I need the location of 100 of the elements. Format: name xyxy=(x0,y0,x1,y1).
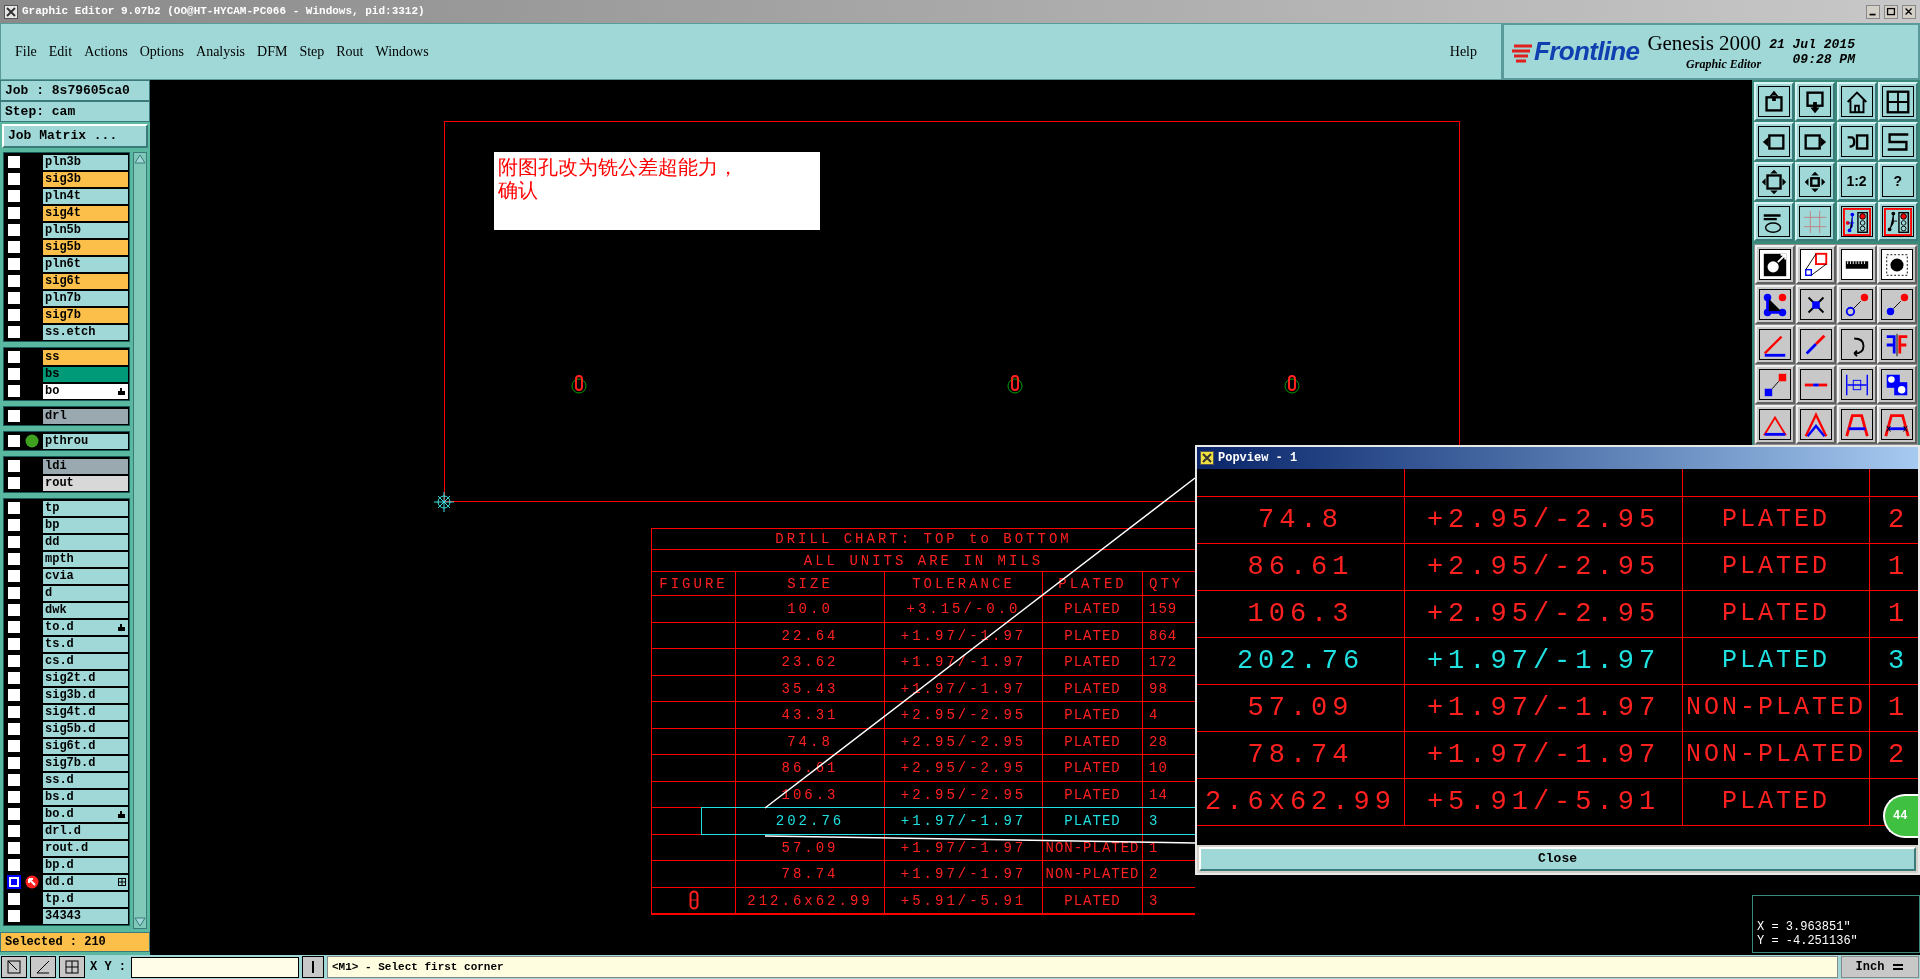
menu-item[interactable]: Rout xyxy=(330,41,370,62)
maximize-icon[interactable] xyxy=(1884,4,1898,19)
layer-checkbox[interactable] xyxy=(7,722,21,736)
layer-name[interactable]: sig2t.d xyxy=(43,670,128,686)
menu-item[interactable]: Edit xyxy=(42,41,79,62)
layer-name[interactable]: sig3b xyxy=(43,171,128,187)
layer-checkbox[interactable] xyxy=(7,637,21,651)
layer-checkbox[interactable] xyxy=(7,476,21,490)
layer-checkbox[interactable] xyxy=(7,892,21,906)
layer-name[interactable]: sig3b.d xyxy=(43,687,128,703)
layer-name[interactable]: pln6t xyxy=(43,256,128,272)
scrollbar[interactable] xyxy=(133,152,147,929)
zoom-ratio-button[interactable]: 1:2 xyxy=(1840,166,1873,197)
close-icon[interactable] xyxy=(1902,4,1916,19)
circuit-icon[interactable] xyxy=(1842,207,1871,236)
layer-checkbox[interactable] xyxy=(7,586,21,600)
layer-checkbox[interactable] xyxy=(7,223,21,237)
layer-checkbox[interactable] xyxy=(7,858,21,872)
help-button[interactable]: ? xyxy=(1881,166,1914,197)
layer-checkbox[interactable] xyxy=(7,671,21,685)
layer-name[interactable]: pthrou xyxy=(43,433,128,449)
layer-checkbox[interactable] xyxy=(7,274,21,288)
layer-checkbox[interactable] xyxy=(7,172,21,186)
layer-name[interactable]: d xyxy=(43,585,128,601)
layer-name[interactable]: pln4t xyxy=(43,188,128,204)
layer-name[interactable]: ss.etch xyxy=(43,324,128,340)
layer-name[interactable]: rout.d xyxy=(43,840,128,856)
xy-input-field[interactable] xyxy=(131,956,299,978)
layer-checkbox[interactable] xyxy=(7,824,21,838)
layer-name[interactable]: sig6t.d xyxy=(43,738,128,754)
layer-name[interactable]: cs.d xyxy=(43,653,128,669)
layer-name[interactable]: 34343 xyxy=(43,908,128,924)
menu-item[interactable]: Actions xyxy=(78,41,134,62)
layer-checkbox[interactable] xyxy=(7,189,21,203)
layer-checkbox[interactable] xyxy=(7,569,21,583)
layer-name[interactable]: bo.d xyxy=(43,806,128,822)
layer-checkbox[interactable] xyxy=(7,384,21,398)
highlighted-row[interactable]: 202.76 +1.97/-1.97 PLATED 3 xyxy=(702,808,1195,834)
layer-name[interactable]: sig4t.d xyxy=(43,704,128,720)
layer-name[interactable]: ldi xyxy=(43,458,128,474)
layer-name[interactable]: drl.d xyxy=(43,823,128,839)
layer-name[interactable]: cvia xyxy=(43,568,128,584)
layer-checkbox[interactable] xyxy=(7,535,21,549)
highlighted-row[interactable]: 202.76 +1.97/-1.97 PLATED 3 xyxy=(1197,638,1918,685)
circuit-icon[interactable] xyxy=(1883,207,1912,236)
layer-name[interactable]: tp.d xyxy=(43,891,128,907)
menu-item[interactable]: Analysis xyxy=(190,41,252,62)
layer-checkbox[interactable] xyxy=(7,291,21,305)
select-box-icon[interactable] xyxy=(5,958,23,976)
layer-name[interactable]: bp xyxy=(43,517,128,533)
layer-checkbox[interactable] xyxy=(7,325,21,339)
layer-name[interactable]: pln3b xyxy=(43,154,128,170)
close-button[interactable]: Close xyxy=(1199,847,1916,871)
help-menu[interactable]: Help xyxy=(1433,41,1493,62)
layer-checkbox[interactable] xyxy=(7,654,21,668)
layer-name[interactable]: bs.d xyxy=(43,789,128,805)
layer-name[interactable]: mpth xyxy=(43,551,128,567)
layer-checkbox[interactable] xyxy=(7,409,21,423)
layer-name[interactable]: bs xyxy=(43,366,128,382)
layer-checkbox[interactable] xyxy=(7,518,21,532)
menu-item[interactable]: Options xyxy=(133,41,191,62)
layer-checkbox[interactable] xyxy=(7,552,21,566)
grid-snap-icon[interactable] xyxy=(63,958,81,976)
layer-checkbox[interactable] xyxy=(7,705,21,719)
layer-name[interactable]: ss.d xyxy=(43,772,128,788)
minimize-icon[interactable] xyxy=(1866,4,1880,19)
scroll-up-icon[interactable] xyxy=(134,153,146,165)
layer-checkbox[interactable] xyxy=(7,620,21,634)
layer-name[interactable]: sig5b xyxy=(43,239,128,255)
layer-name[interactable]: sig7b xyxy=(43,307,128,323)
layer-checkbox[interactable] xyxy=(7,459,21,473)
layer-name[interactable]: drl xyxy=(43,408,128,424)
menu-item[interactable]: File xyxy=(9,41,43,62)
layer-name[interactable]: dd.d xyxy=(43,874,128,890)
layer-checkbox[interactable] xyxy=(7,807,21,821)
layer-name[interactable]: bo xyxy=(43,383,128,399)
layer-name[interactable]: rout xyxy=(43,475,128,491)
layer-name[interactable]: sig5b.d xyxy=(43,721,128,737)
layer-name[interactable]: pln5b xyxy=(43,222,128,238)
expand-icon[interactable] xyxy=(1760,167,1788,196)
layer-name[interactable]: dwk xyxy=(43,602,128,618)
layer-name[interactable]: bp.d xyxy=(43,857,128,873)
layer-name[interactable]: sig7b.d xyxy=(43,755,128,771)
layer-checkbox[interactable] xyxy=(7,367,21,381)
scroll-down-icon[interactable] xyxy=(134,916,146,928)
layer-checkbox[interactable] xyxy=(7,240,21,254)
layer-checkbox[interactable] xyxy=(7,434,21,448)
angle-icon[interactable] xyxy=(34,958,52,976)
layer-name[interactable]: sig6t xyxy=(43,273,128,289)
menu-item[interactable]: Step xyxy=(293,41,331,62)
menu-item[interactable]: Windows xyxy=(369,41,435,62)
layer-name[interactable]: dd xyxy=(43,534,128,550)
job-matrix-button[interactable]: Job Matrix ... xyxy=(2,124,148,148)
layer-checkbox[interactable] xyxy=(7,603,21,617)
layer-checkbox[interactable] xyxy=(7,909,21,923)
layer-checkbox[interactable] xyxy=(7,155,21,169)
layer-checkbox[interactable] xyxy=(7,739,21,753)
layer-name[interactable]: to.d xyxy=(43,619,128,635)
layer-checkbox[interactable] xyxy=(7,308,21,322)
menu-item[interactable]: DFM xyxy=(251,41,294,62)
